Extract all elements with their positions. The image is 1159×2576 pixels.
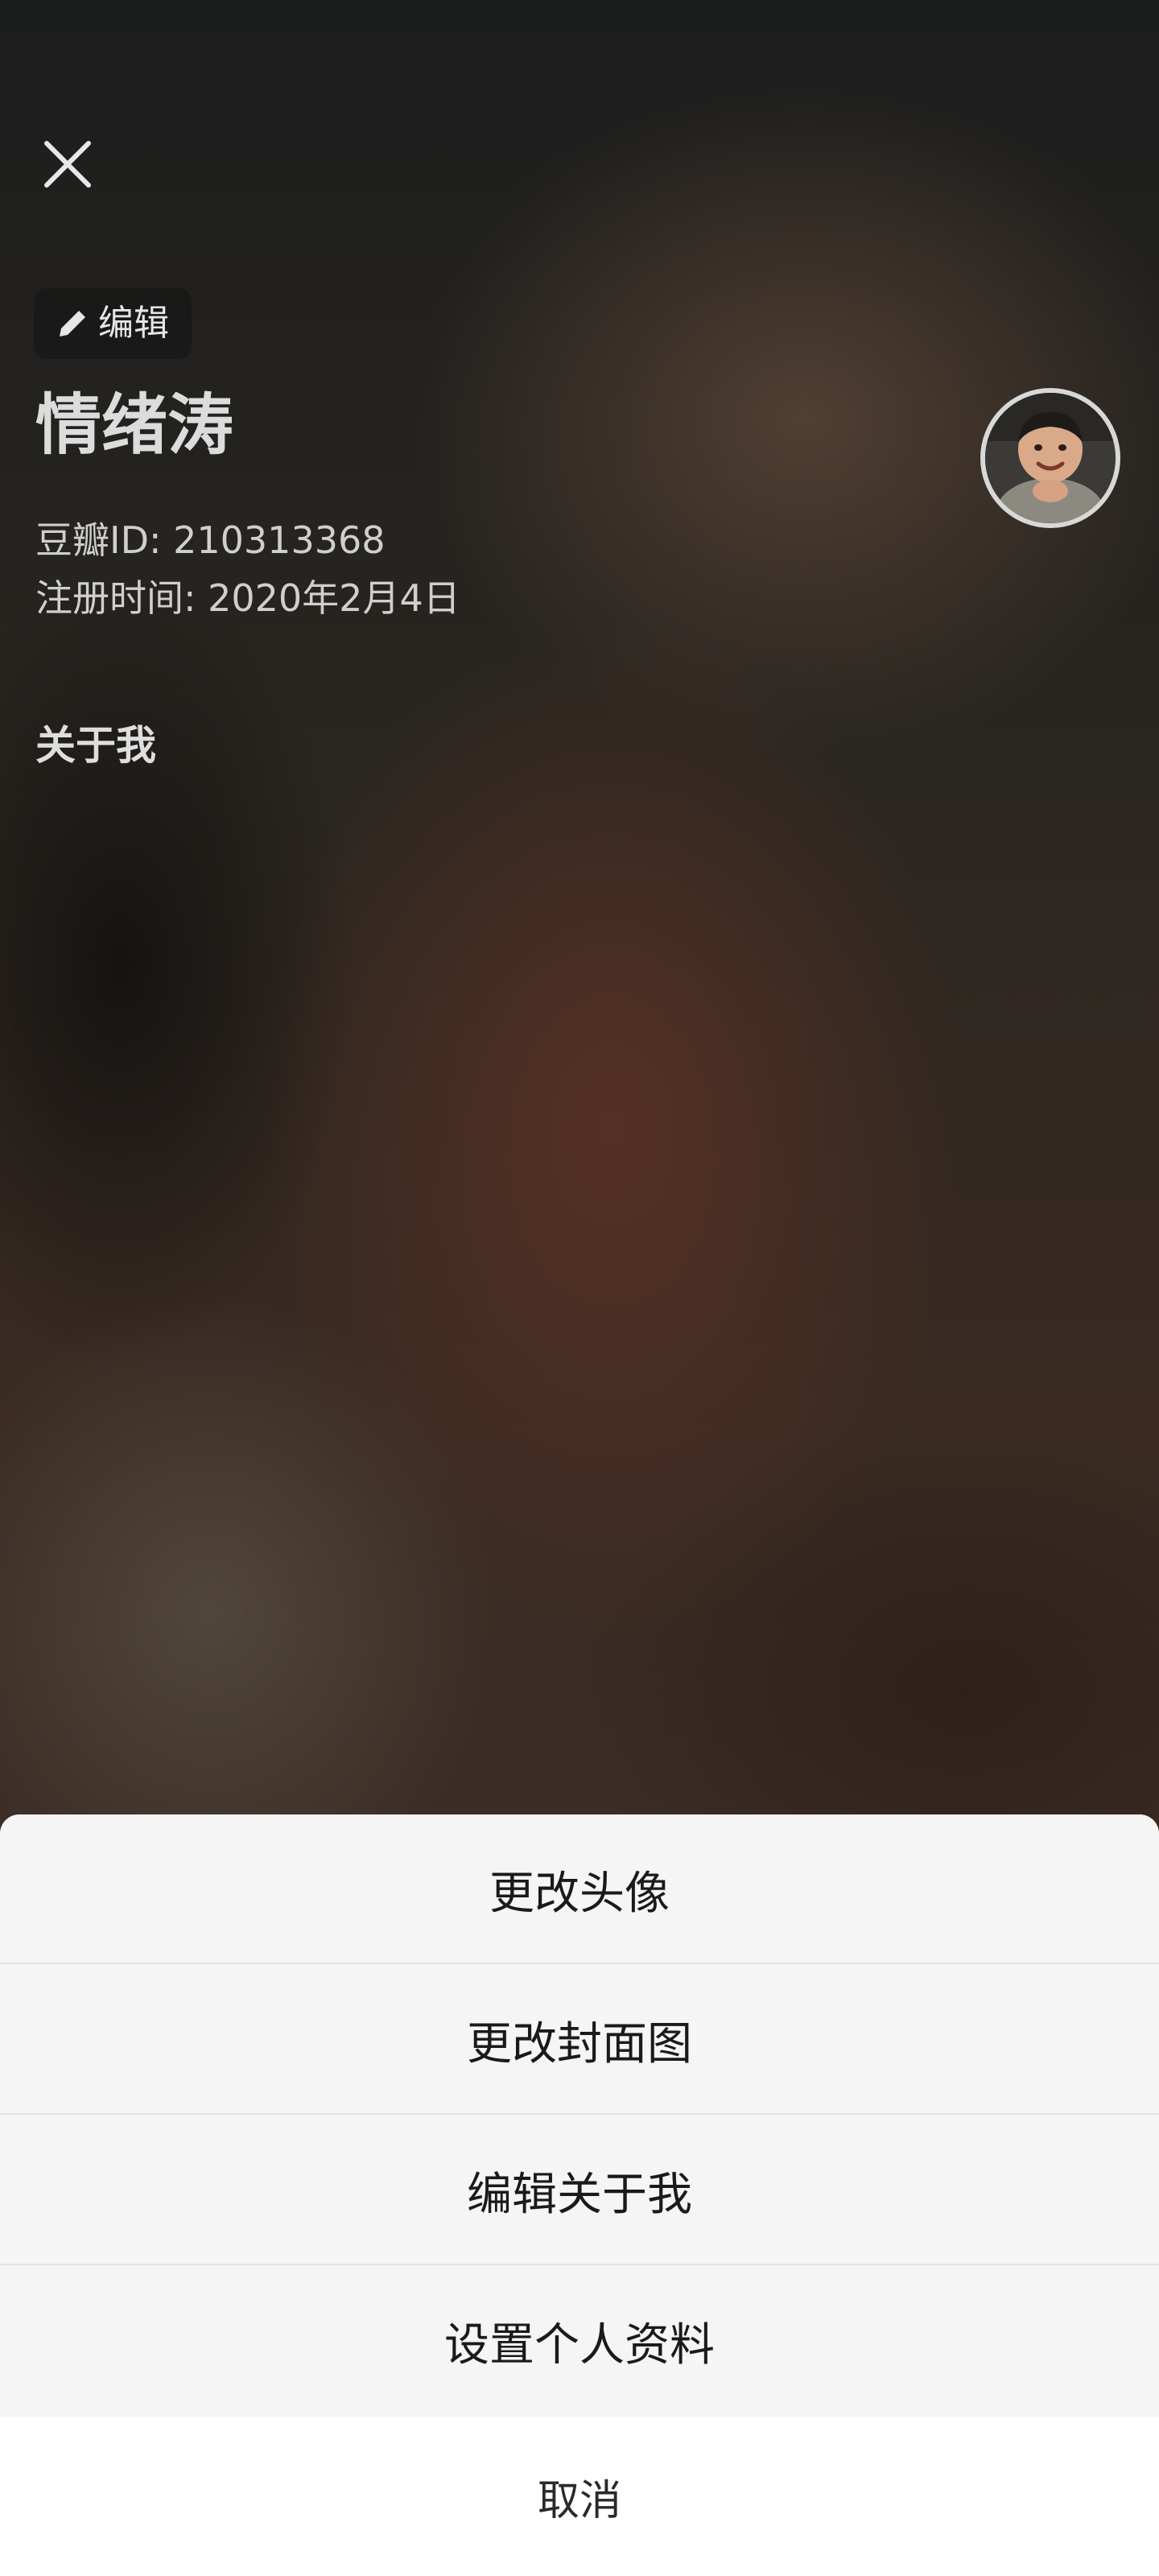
edit-about-me-option[interactable]: 编辑关于我 (0, 2116, 1159, 2265)
register-time: 注册时间: 2020年2月4日 (35, 576, 460, 620)
change-cover-option[interactable]: 更改封面图 (0, 1965, 1159, 2115)
edit-label: 编辑 (98, 303, 169, 344)
action-sheet: 更改头像 更改封面图 编辑关于我 设置个人资料 取消 (0, 1814, 1159, 2576)
close-icon (44, 141, 91, 188)
change-avatar-option[interactable]: 更改头像 (0, 1814, 1159, 1964)
avatar[interactable] (980, 388, 1120, 528)
pencil-icon (60, 311, 85, 336)
close-button[interactable] (35, 132, 100, 196)
cancel-button[interactable]: 取消 (0, 2417, 1159, 2576)
profile-screen: 编辑 情绪涛 豆瓣ID: 210313368 注册时间: 2020年2月4日 关… (0, 0, 1159, 2576)
avatar-image (985, 393, 1116, 523)
user-name: 情绪涛 (35, 387, 234, 464)
about-me-heading: 关于我 (35, 722, 156, 769)
profile-settings-option[interactable]: 设置个人资料 (0, 2266, 1159, 2416)
douban-id: 豆瓣ID: 210313368 (35, 518, 386, 562)
edit-profile-button[interactable]: 编辑 (34, 288, 192, 359)
